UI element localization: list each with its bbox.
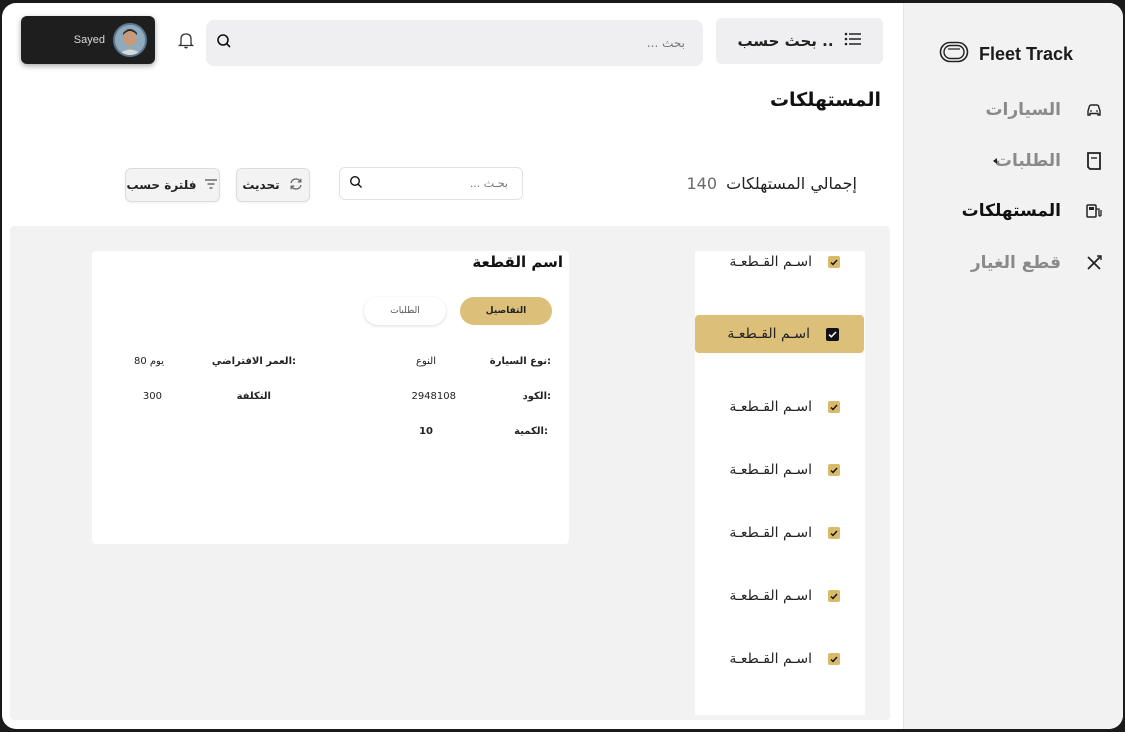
checkbox[interactable]	[828, 590, 840, 602]
list-item[interactable]: اسـم القـطعـة	[695, 388, 865, 426]
logo-text: Fleet Track	[979, 43, 1074, 64]
sidebar-item-label: السيارات	[985, 100, 1061, 120]
consumables-search[interactable]	[339, 167, 523, 200]
document-icon	[1085, 152, 1103, 170]
bell-icon[interactable]	[177, 31, 195, 53]
list-item-label: اسـم القـطعـة	[729, 588, 812, 604]
list-item[interactable]: اسـم القـطعـة	[695, 577, 865, 615]
list-item-label: اسـم القـطعـة	[729, 651, 812, 667]
filter-icon	[204, 178, 218, 193]
checkbox[interactable]	[828, 653, 840, 665]
search-by-dropdown[interactable]: بحث حسب ..	[716, 18, 883, 64]
search-by-label: بحث حسب ..	[737, 32, 834, 50]
code-value: 2948108	[411, 391, 456, 402]
global-search[interactable]	[206, 20, 703, 66]
lifespan-label: العمر الافتراضي:	[211, 356, 296, 367]
sidebar-item-label: قطع الغيار	[970, 253, 1061, 273]
checkbox[interactable]	[828, 256, 840, 268]
car-type-label: نوع السيارة:	[489, 356, 551, 367]
list-item[interactable]: اسـم القـطعـة	[695, 243, 865, 281]
fuel-icon	[1085, 202, 1103, 220]
sidebar-item-cars[interactable]: السيارات	[913, 95, 1103, 125]
list-item-label: اسـم القـطعـة	[729, 525, 812, 541]
cost-label: التكلفة	[236, 391, 271, 402]
search-input[interactable]	[265, 36, 685, 50]
steering-wheel-icon	[939, 41, 969, 67]
search-icon[interactable]	[349, 174, 363, 193]
car-type-value: النوع	[416, 356, 436, 367]
parts-list: اسـم القـطعـة اسـم القـطعـة اسـم القـطعـ…	[695, 251, 865, 715]
user-profile-button[interactable]: Sayed	[21, 16, 155, 64]
logo[interactable]: Fleet Track	[939, 41, 1073, 67]
car-icon	[1085, 101, 1103, 119]
list-item[interactable]: اسـم القـطعـة	[695, 640, 865, 678]
list-icon	[844, 32, 862, 50]
checkbox[interactable]	[828, 401, 840, 413]
detail-title: اسم القطعة	[472, 253, 563, 271]
sidebar-item-label: الطلبات	[994, 151, 1061, 171]
total-label: إجمالي المستهلكات	[726, 174, 857, 193]
page-title: المستهلكات	[769, 89, 881, 111]
tab-orders[interactable]: الطلبات	[364, 297, 446, 325]
refresh-button[interactable]: تحديث	[236, 168, 310, 202]
sidebar-item-label: المستهلكات	[961, 201, 1061, 221]
avatar	[113, 23, 147, 57]
list-item-label: اسـم القـطعـة	[727, 326, 810, 342]
filter-button[interactable]: فلترة حسب	[125, 168, 220, 202]
sidebar-item-orders[interactable]: الطلبات	[913, 146, 1103, 176]
total-consumables: إجمالي المستهلكات 140	[686, 174, 857, 193]
list-item-label: اسـم القـطعـة	[729, 399, 812, 415]
content-panel: اسـم القـطعـة اسـم القـطعـة اسـم القـطعـ…	[10, 226, 890, 720]
list-item-label: اسـم القـطعـة	[729, 254, 812, 270]
list-item-selected[interactable]: اسـم القـطعـة	[695, 315, 864, 353]
sidebar-item-consumables[interactable]: المستهلكات	[913, 196, 1103, 226]
quantity-label: الكمية:	[514, 426, 548, 437]
sidebar: Fleet Track السيارات الطلبات المستهلكات …	[903, 3, 1123, 729]
user-name: Sayed	[73, 34, 105, 46]
tab-details[interactable]: التفاصيل	[460, 297, 552, 325]
refresh-button-label: تحديث	[242, 178, 280, 192]
app-window: Fleet Track السيارات الطلبات المستهلكات …	[2, 3, 1123, 729]
checkbox[interactable]	[826, 327, 839, 341]
sidebar-item-spare-parts[interactable]: قطع الغيار	[913, 248, 1103, 278]
list-item[interactable]: اسـم القـطعـة	[695, 514, 865, 552]
cost-value: 300	[142, 391, 162, 402]
part-detail-card: اسم القطعة التفاصيل الطلبات نوع السيارة:…	[92, 251, 569, 544]
search-input[interactable]	[368, 177, 508, 190]
lifespan-value: 80 يوم	[133, 356, 164, 367]
code-label: الكود:	[522, 391, 551, 402]
list-item-label: اسـم القـطعـة	[729, 462, 812, 478]
list-item[interactable]: اسـم القـطعـة	[695, 451, 865, 489]
tools-icon	[1085, 254, 1103, 272]
search-icon[interactable]	[216, 33, 232, 53]
chevron-left-icon[interactable]	[993, 158, 997, 164]
checkbox[interactable]	[828, 464, 840, 476]
filter-button-label: فلترة حسب	[126, 178, 197, 192]
refresh-icon	[288, 177, 304, 194]
total-count: 140	[686, 174, 718, 193]
quantity-value: 10	[419, 426, 433, 437]
checkbox[interactable]	[828, 527, 840, 539]
